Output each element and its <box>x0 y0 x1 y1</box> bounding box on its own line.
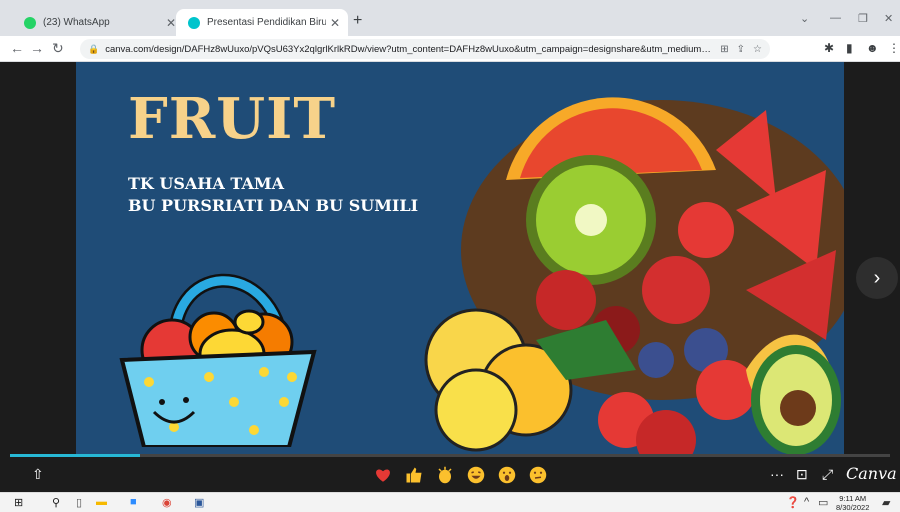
address-bar[interactable]: 🔒 canva.com/design/DAFHz8wUuxo/pVQsU63Yx… <box>80 39 770 59</box>
presentation-viewer: FRUIT TK USAHA TAMA BU PURSRIATI DAN BU … <box>0 62 900 492</box>
browser-toolbar: ← → ↻ 🔒 canva.com/design/DAFHz8wUuxo/pVQ… <box>0 36 900 62</box>
restore-icon[interactable]: ❐ <box>858 12 868 25</box>
reaction-bar <box>372 464 549 486</box>
word-icon[interactable]: ▣ <box>194 496 204 509</box>
profile-avatar-icon[interactable]: ☻ <box>866 41 879 55</box>
fruit-pile-illustration <box>424 97 844 456</box>
tab-search-icon[interactable]: ⌄ <box>800 12 809 25</box>
whatsapp-favicon-icon <box>24 16 36 29</box>
tab-whatsapp[interactable]: (23) WhatsApp ✕ <box>12 9 184 36</box>
back-icon[interactable]: ← <box>10 40 24 56</box>
close-tab-icon[interactable]: ✕ <box>326 16 344 30</box>
network-icon[interactable]: ▭ <box>818 496 828 509</box>
close-window-icon[interactable]: ✕ <box>884 12 893 25</box>
system-clock[interactable]: 9:11 AM 8/30/2022 <box>836 494 869 512</box>
file-explorer-icon[interactable]: ▬ <box>96 496 107 508</box>
viewer-controls: ⇧ ··· ⊡ ⤢ Canva <box>0 458 900 492</box>
fullscreen-icon[interactable]: ⤢ <box>822 466 833 483</box>
extensions-icon[interactable]: ✱ <box>824 41 834 55</box>
canva-favicon-icon <box>188 16 200 29</box>
heart-icon[interactable] <box>372 464 394 486</box>
system-tray-chevron-icon[interactable]: ^ <box>804 496 809 508</box>
fruit-basket-illustration <box>119 273 317 447</box>
notification-icon[interactable]: ▰ <box>882 496 890 509</box>
subtitle-line-school: TK USAHA TAMA <box>128 174 284 193</box>
share-page-icon[interactable]: ⇪ <box>737 44 745 55</box>
url-text[interactable]: canva.com/design/DAFHz8wUuxo/pVQsU63Yx2q… <box>105 44 712 55</box>
thinking-icon[interactable] <box>527 464 549 486</box>
new-tab-button[interactable]: + <box>353 12 362 30</box>
browser-tab-strip: (23) WhatsApp ✕ Presentasi Pendidikan Bi… <box>0 0 900 36</box>
clap-icon[interactable] <box>434 464 456 486</box>
tab-title: (23) WhatsApp <box>43 17 110 28</box>
help-icon[interactable]: ❓ <box>786 496 800 509</box>
tab-canva[interactable]: Presentasi Pendidikan Biru Tua G ✕ <box>176 9 348 36</box>
menu-kebab-icon[interactable]: ⋮ <box>888 41 900 55</box>
slide-subtitle: TK USAHA TAMA BU PURSRIATI DAN BU SUMILI <box>128 173 418 217</box>
windows-taskbar: ⊞ ⚲ ▯ ▬ ■ ◉ ▣ ❓ ^ ▭ 9:11 AM 8/30/2022 ▰ <box>0 492 900 512</box>
zoom-app-icon[interactable]: ■ <box>130 496 137 508</box>
surprised-icon[interactable] <box>496 464 518 486</box>
subtitle-line-teachers: BU PURSRIATI DAN BU SUMILI <box>128 196 419 215</box>
next-slide-button[interactable]: › <box>856 257 898 299</box>
reload-icon[interactable]: ↻ <box>52 40 64 57</box>
task-view-icon[interactable]: ▯ <box>76 496 82 509</box>
thumbs-up-icon[interactable] <box>403 464 425 486</box>
clock-date: 8/30/2022 <box>836 503 870 512</box>
share-icon[interactable]: ⇧ <box>32 466 44 483</box>
more-options-button[interactable]: ··· <box>770 466 784 482</box>
laugh-icon[interactable] <box>465 464 487 486</box>
slide-title: FRUIT <box>128 86 336 152</box>
search-icon[interactable]: ⚲ <box>52 496 60 509</box>
windows-start-icon[interactable]: ⊞ <box>14 496 23 509</box>
slide-number-icon[interactable]: ⊡ <box>796 466 808 483</box>
forward-icon[interactable]: → <box>30 40 44 56</box>
canva-logo[interactable]: Canva <box>846 464 897 483</box>
side-panel-icon[interactable]: ▮ <box>846 41 853 55</box>
progress-bar[interactable] <box>10 454 890 457</box>
progress-fill <box>10 454 141 457</box>
clock-time: 9:11 AM <box>839 494 867 503</box>
slide[interactable]: FRUIT TK USAHA TAMA BU PURSRIATI DAN BU … <box>76 62 844 456</box>
chrome-icon[interactable]: ◉ <box>162 496 172 509</box>
translate-icon[interactable]: ⊞ <box>720 44 728 55</box>
tab-title: Presentasi Pendidikan Biru Tua G <box>207 17 326 28</box>
minimize-icon[interactable]: — <box>830 12 841 24</box>
bookmark-star-icon[interactable]: ☆ <box>753 44 762 55</box>
lock-icon[interactable]: 🔒 <box>88 44 99 55</box>
